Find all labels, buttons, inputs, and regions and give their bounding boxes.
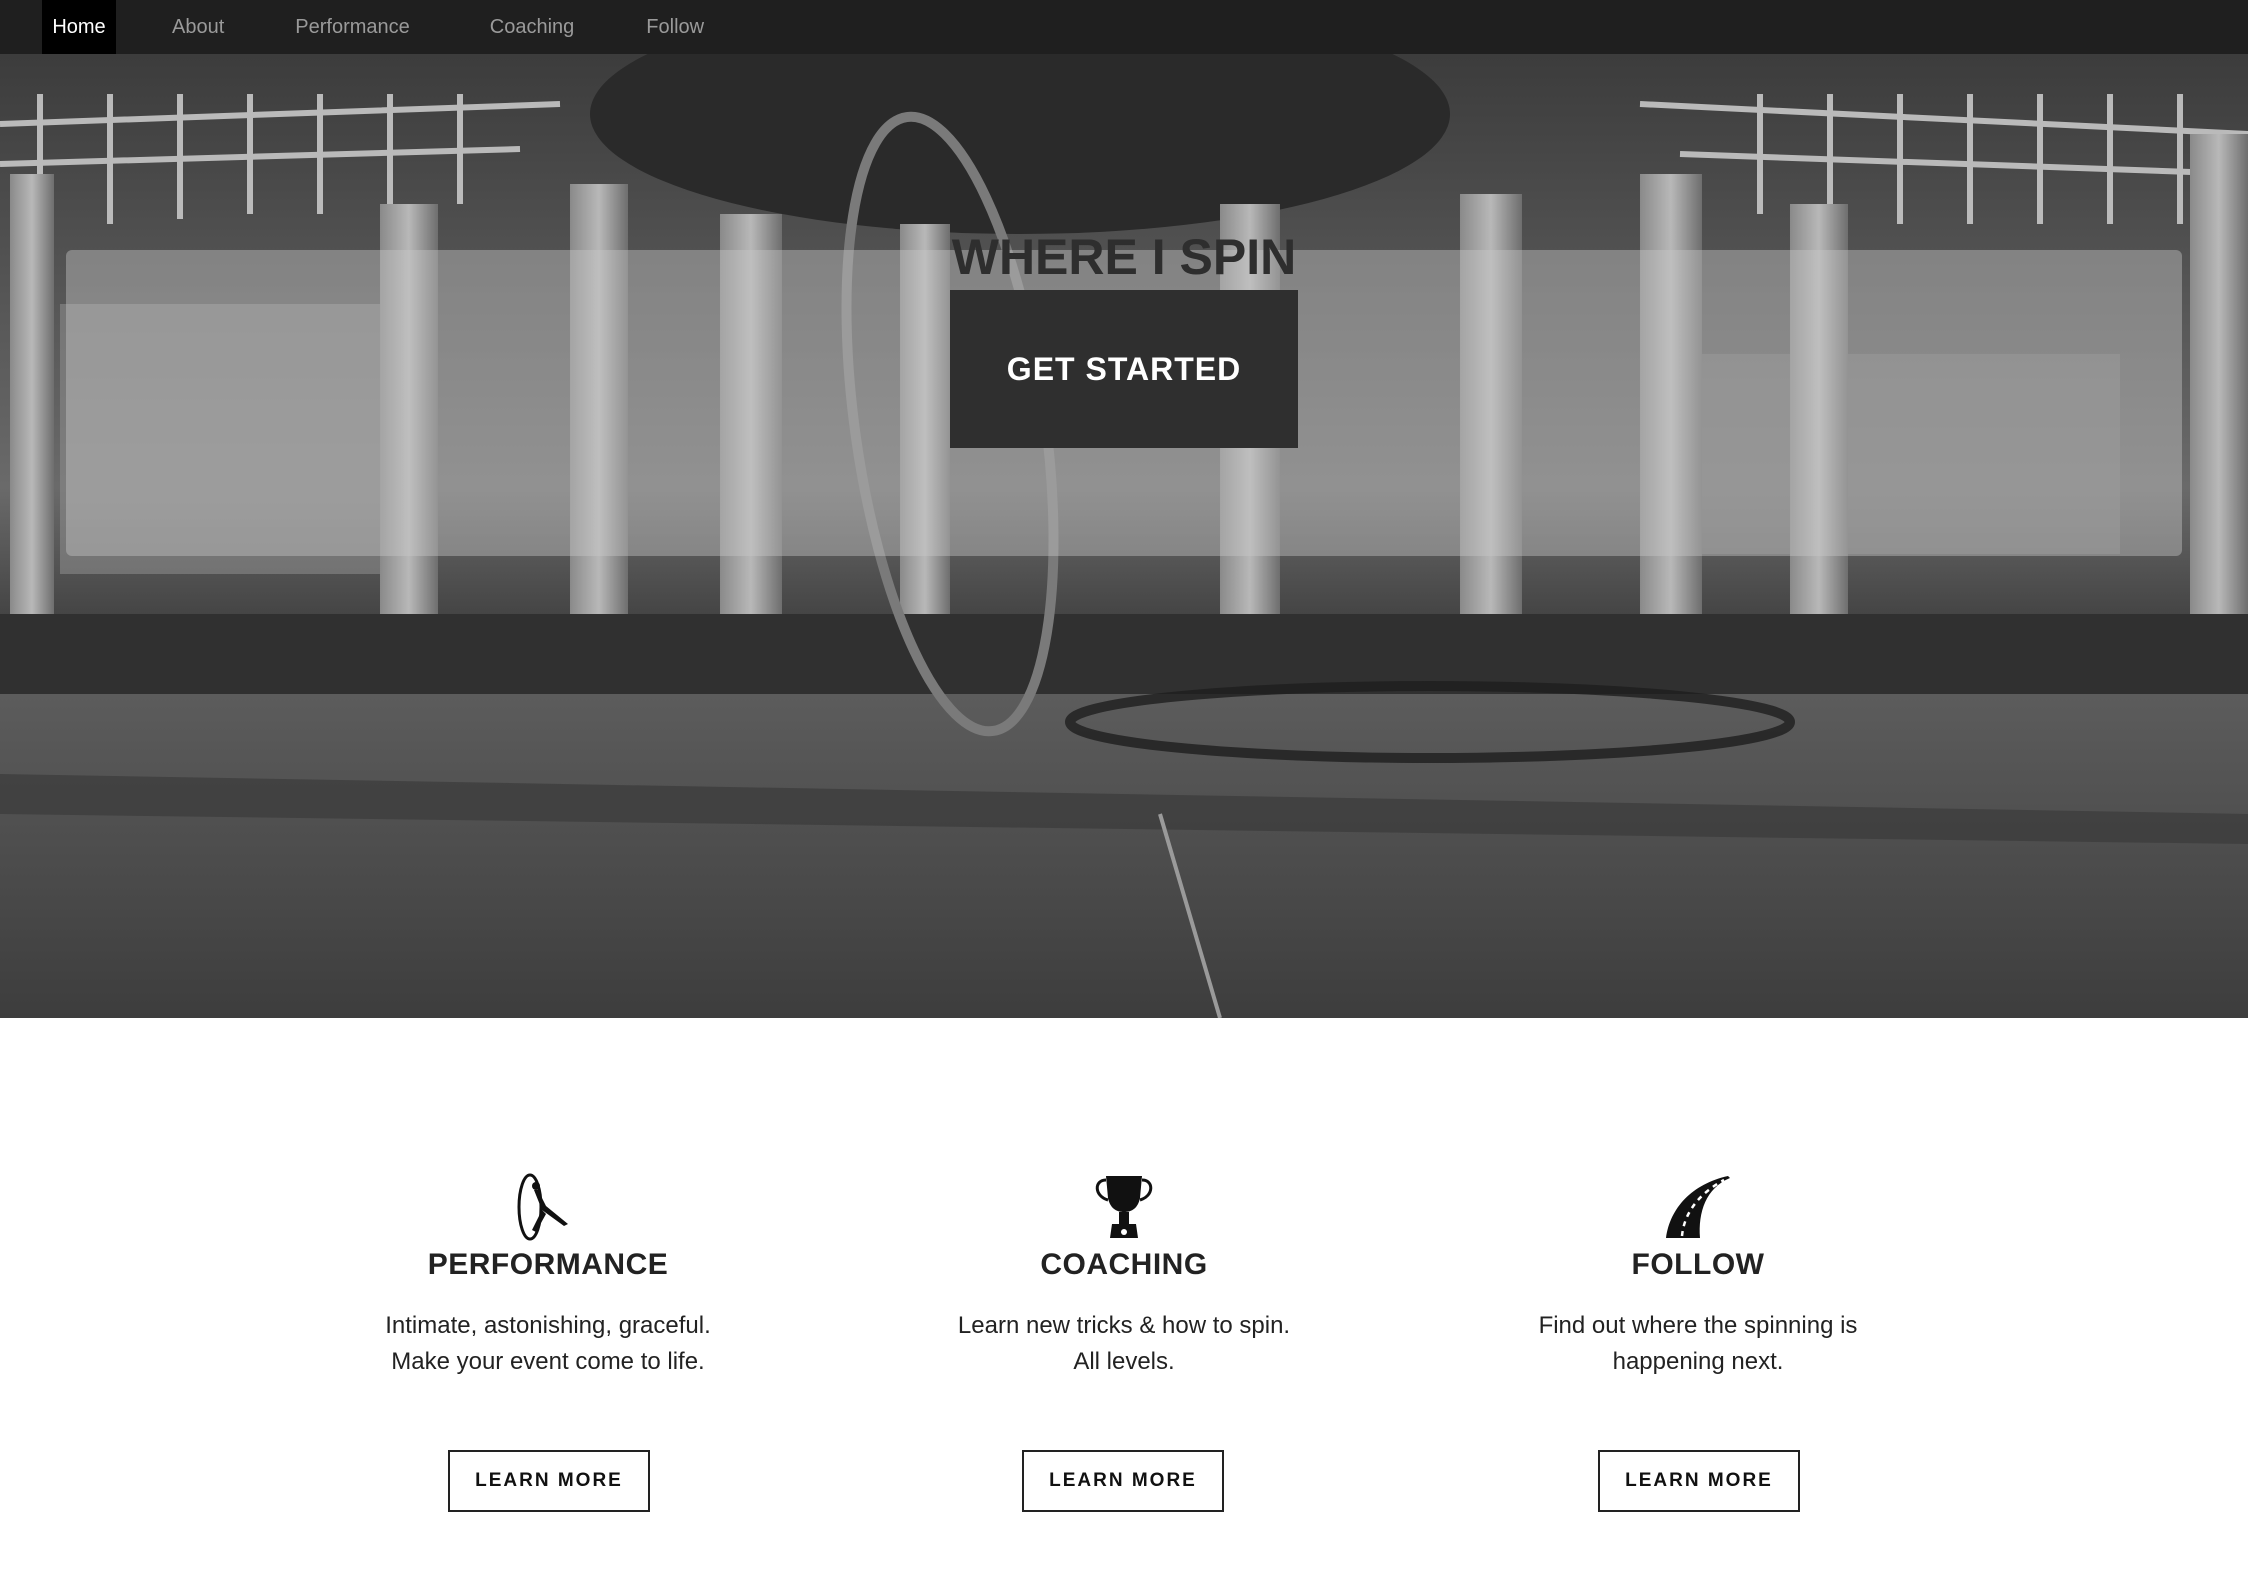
trophy-icon <box>1095 1176 1153 1238</box>
nav-coaching[interactable]: Coaching <box>490 0 575 54</box>
top-navigation: Home About Performance Coaching Follow <box>0 0 2248 54</box>
road-icon <box>1666 1176 1730 1238</box>
feature-performance: PERFORMANCE Intimate, astonishing, grace… <box>288 1172 808 1380</box>
nav-performance[interactable]: Performance <box>295 0 410 54</box>
performance-learn-more-button[interactable]: LEARN MORE <box>448 1450 650 1512</box>
feature-title: COACHING <box>1040 1248 1208 1281</box>
feature-description-line: Make your event come to life. <box>391 1348 705 1375</box>
nav-about[interactable]: About <box>172 0 224 54</box>
feature-coaching: COACHING Learn new tricks & how to spin.… <box>864 1172 1384 1380</box>
feature-title: FOLLOW <box>1631 1248 1765 1281</box>
get-started-button[interactable]: GET STARTED <box>950 290 1298 448</box>
feature-title: PERFORMANCE <box>427 1248 669 1281</box>
nav-follow[interactable]: Follow <box>646 0 704 54</box>
nav-home[interactable]: Home <box>42 0 116 54</box>
feature-description: Intimate, astonishing, graceful. Make yo… <box>288 1308 808 1380</box>
hero-section <box>0 54 2248 1018</box>
hero-title: WHERE I SPIN <box>951 229 1297 285</box>
follow-learn-more-button[interactable]: LEARN MORE <box>1598 1450 1800 1512</box>
feature-description: Find out where the spinning is happening… <box>1438 1308 1958 1380</box>
feature-follow: FOLLOW Find out where the spinning is ha… <box>1438 1172 1958 1380</box>
feature-description-line: All levels. <box>1073 1348 1175 1375</box>
feature-description-line: happening next. <box>1612 1348 1784 1375</box>
feature-description-line: Find out where the spinning is <box>1538 1312 1858 1339</box>
wheel-gymnast-icon <box>517 1173 568 1241</box>
feature-description-line: Learn new tricks & how to spin. <box>957 1312 1291 1339</box>
feature-description: Learn new tricks & how to spin. All leve… <box>864 1308 1384 1380</box>
coaching-learn-more-button[interactable]: LEARN MORE <box>1022 1450 1224 1512</box>
feature-description-line: Intimate, astonishing, graceful. <box>385 1312 711 1339</box>
